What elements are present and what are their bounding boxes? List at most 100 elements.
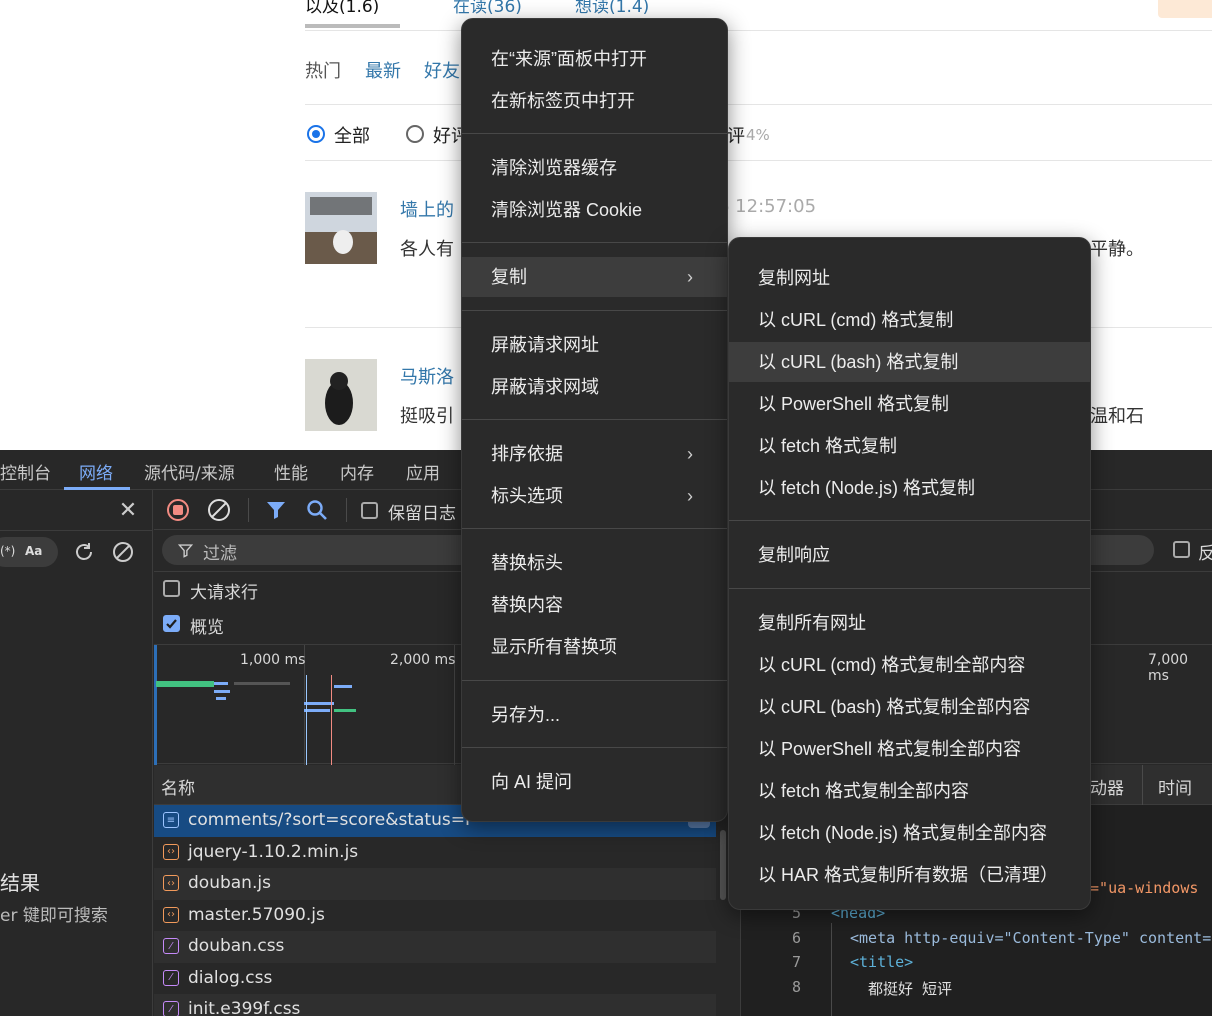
regex-toggle[interactable]: (*) <box>0 544 15 558</box>
preserve-log-label: 保留日志 <box>388 504 456 524</box>
search-icon[interactable] <box>305 498 329 522</box>
document-icon: ≡ <box>163 812 179 828</box>
comment-text-tail: 温和石 <box>1090 406 1144 427</box>
tab-performance[interactable]: 性能 <box>274 459 308 484</box>
copy-as-fetch-nodejs[interactable]: 以 fetch (Node.js) 格式复制 <box>729 468 1090 508</box>
big-rows-checkbox[interactable] <box>163 580 180 597</box>
code-text: 都挺好 短评 <box>868 980 953 998</box>
table-row[interactable]: ⁄ init.e399f.css <box>154 994 716 1016</box>
copy-as-fetch[interactable]: 以 fetch 格式复制 <box>729 426 1090 466</box>
copy-response[interactable]: 复制响应 <box>729 535 1090 575</box>
clear-icon[interactable] <box>111 540 135 564</box>
filter-icon[interactable] <box>264 498 288 522</box>
line-number: 8 <box>791 978 801 996</box>
menu-item-label: 标头选项 <box>491 486 563 506</box>
tab-want[interactable]: 想读(1.4) <box>575 0 649 17</box>
menu-item-sort-by[interactable]: 排序依据 › <box>462 434 727 474</box>
active-tab-underline <box>305 24 400 28</box>
preserve-log-checkbox[interactable] <box>361 502 378 519</box>
match-case-toggle[interactable]: Aa <box>25 544 42 558</box>
table-row[interactable]: ⁄ dialog.css <box>154 963 716 995</box>
search-hint: er 键即可搜索 <box>0 906 108 926</box>
divider <box>305 30 1212 31</box>
menu-item-ask-ai[interactable]: 向 AI 提问 <box>462 762 727 802</box>
tick-label: 1,000 ms <box>240 652 306 668</box>
menu-item-header-options[interactable]: 标头选项 › <box>462 476 727 516</box>
copy-as-powershell[interactable]: 以 PowerShell 格式复制 <box>729 384 1090 424</box>
menu-item-block-domain[interactable]: 屏蔽请求网域 <box>462 367 727 407</box>
request-name: dialog.css <box>188 967 273 988</box>
comment-time: 6 12:57:05 <box>718 196 817 217</box>
menu-item-override-content[interactable]: 替换内容 <box>462 585 727 625</box>
filter-bad-label: 评 <box>727 126 745 147</box>
copy-as-curl-cmd[interactable]: 以 cURL (cmd) 格式复制 <box>729 300 1090 340</box>
divider <box>305 160 1212 161</box>
col-time[interactable]: 时间 <box>1158 774 1192 799</box>
filter-all-label: 全部 <box>334 126 370 147</box>
menu-item-block-url[interactable]: 屏蔽请求网址 <box>462 325 727 365</box>
tab-seen[interactable]: 以及(1.6) <box>305 0 379 17</box>
copy-all-as-powershell[interactable]: 以 PowerShell 格式复制全部内容 <box>729 729 1090 769</box>
comment-user[interactable]: 墙上的 <box>400 196 454 222</box>
copy-all-as-fetch[interactable]: 以 fetch 格式复制全部内容 <box>729 771 1090 811</box>
code-text: <meta http-equiv="Content-Type" content=… <box>850 929 1212 947</box>
menu-item-copy[interactable]: 复制 › <box>462 257 727 297</box>
tab-memory[interactable]: 内存 <box>340 459 374 484</box>
tab-reading[interactable]: 在读(36) <box>453 0 522 17</box>
menu-item-save-as[interactable]: 另存为... <box>462 695 727 735</box>
refresh-icon[interactable] <box>72 540 96 564</box>
sort-hot[interactable]: 热门 <box>305 57 341 83</box>
copy-all-as-curl-cmd[interactable]: 以 cURL (cmd) 格式复制全部内容 <box>729 645 1090 685</box>
avatar[interactable] <box>305 359 377 431</box>
tab-network[interactable]: 网络 <box>79 459 113 484</box>
copy-all-as-fetch-nodejs[interactable]: 以 fetch (Node.js) 格式复制全部内容 <box>729 813 1090 853</box>
copy-all-as-curl-bash[interactable]: 以 cURL (bash) 格式复制全部内容 <box>729 687 1090 727</box>
clear-log-icon[interactable] <box>207 498 231 522</box>
request-name: douban.js <box>188 873 271 893</box>
record-icon[interactable] <box>166 498 190 522</box>
filter-funnel-icon <box>178 544 193 558</box>
menu-item-override-headers[interactable]: 替换标头 <box>462 543 727 583</box>
col-name[interactable]: 名称 <box>161 774 195 799</box>
table-row[interactable]: ‹› jquery-1.10.2.min.js <box>154 837 716 869</box>
menu-item-open-in-sources[interactable]: 在“来源”面板中打开 <box>462 39 727 79</box>
write-review-button[interactable] <box>1158 0 1212 18</box>
copy-url[interactable]: 复制网址 <box>729 258 1090 298</box>
tab-console[interactable]: 控制台 <box>0 459 51 484</box>
menu-item-open-in-new-tab[interactable]: 在新标签页中打开 <box>462 81 727 121</box>
chevron-right-icon: › <box>687 444 693 464</box>
table-row[interactable]: ⁄ douban.css <box>154 931 716 963</box>
tick-label: 2,000 ms <box>390 652 456 668</box>
filter-all-radio[interactable] <box>307 125 325 143</box>
request-name: master.57090.js <box>188 904 325 925</box>
context-menu: 在“来源”面板中打开 在新标签页中打开 清除浏览器缓存 清除浏览器 Cookie… <box>461 18 728 822</box>
script-icon: ‹› <box>163 906 179 923</box>
copy-all-urls[interactable]: 复制所有网址 <box>729 603 1090 643</box>
menu-item-clear-cache[interactable]: 清除浏览器缓存 <box>462 148 727 188</box>
search-results-title: 结果 <box>0 871 40 895</box>
invert-checkbox[interactable] <box>1173 541 1190 558</box>
list-scrollbar[interactable] <box>720 830 726 900</box>
tab-application[interactable]: 应用 <box>406 459 440 484</box>
filter-good-radio[interactable] <box>406 125 424 143</box>
tab-sources[interactable]: 源代码/来源 <box>144 459 235 484</box>
sort-new[interactable]: 最新 <box>365 57 401 83</box>
table-row[interactable]: ‹› master.57090.js <box>154 900 716 932</box>
copy-all-as-har[interactable]: 以 HAR 格式复制所有数据（已清理） <box>729 855 1090 895</box>
comment-text: 各人有 <box>400 239 454 260</box>
invert-label: 反 <box>1198 544 1212 564</box>
col-initiator[interactable]: 动器 <box>1090 774 1124 799</box>
request-name: jquery-1.10.2.min.js <box>188 841 359 862</box>
overview-checkbox[interactable] <box>163 615 180 632</box>
close-icon[interactable]: ✕ <box>116 498 140 523</box>
table-row[interactable]: ‹› douban.js <box>154 868 716 900</box>
menu-item-clear-cookies[interactable]: 清除浏览器 Cookie <box>462 190 727 230</box>
filter-bad-percent: 4% <box>746 126 770 144</box>
menu-item-show-all-overrides[interactable]: 显示所有替换项 <box>462 627 727 667</box>
sort-friends[interactable]: 好友 <box>424 57 460 83</box>
chevron-right-icon: › <box>687 486 693 506</box>
avatar[interactable] <box>305 192 377 264</box>
request-name: douban.css <box>188 936 285 956</box>
comment-user[interactable]: 马斯洛 <box>400 363 454 389</box>
copy-as-curl-bash[interactable]: 以 cURL (bash) 格式复制 <box>729 342 1090 382</box>
